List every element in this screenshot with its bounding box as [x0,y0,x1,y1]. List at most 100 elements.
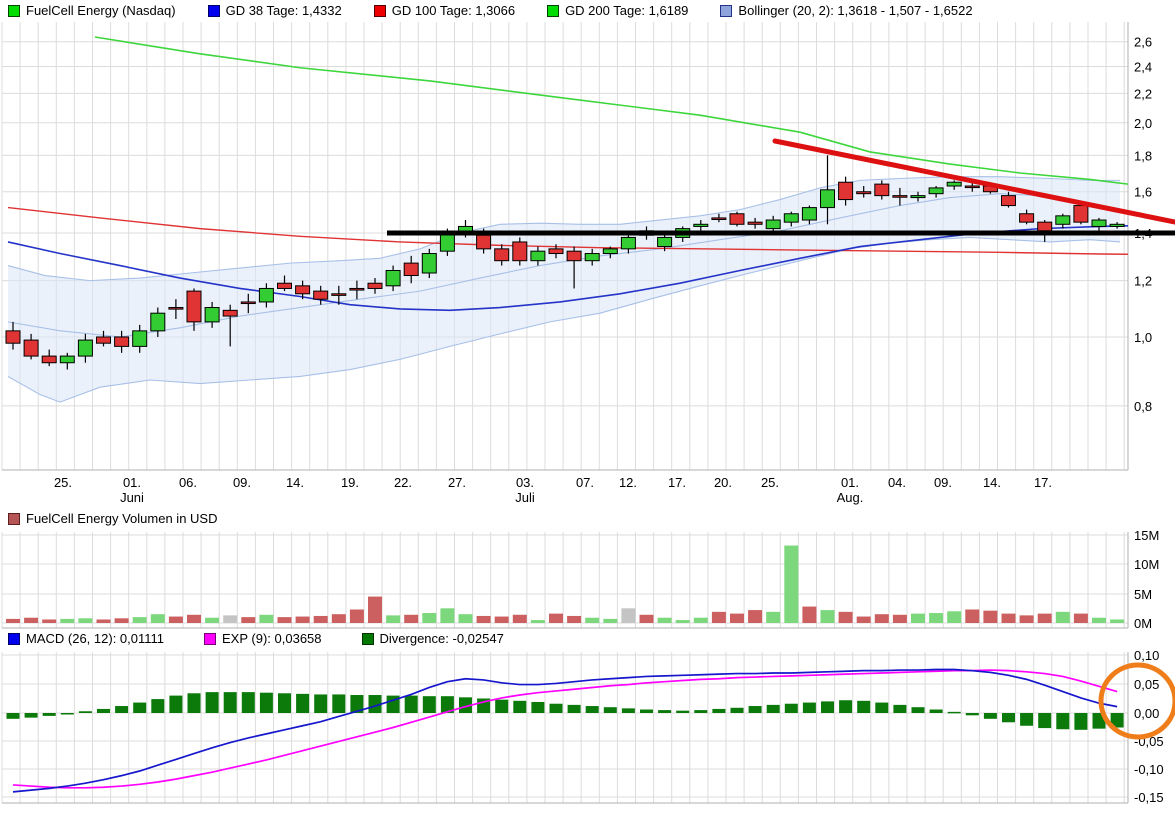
candle [567,251,581,261]
candle [350,288,364,290]
volume-bar [6,619,20,623]
divergence-bar [61,713,74,715]
volume-bar [857,617,871,623]
svg-text:5M: 5M [1134,587,1152,602]
volume-bar [169,617,183,623]
candle [24,340,38,356]
candle [187,291,201,322]
macd-marker-icon [8,633,20,645]
divergence-bar [25,713,38,718]
volume-bar [459,614,473,623]
divergence-bar [785,704,798,713]
gd100-marker-icon [374,5,386,17]
candle [422,254,436,273]
divergence-bar [640,710,653,713]
volume-bar [24,618,38,623]
fuelcell-marker-icon [8,5,20,17]
volume-bar [585,618,599,623]
candle [1038,222,1052,231]
svg-text:03.: 03. [516,475,534,490]
volume-bar [802,607,816,623]
divergence-bar [1002,713,1015,722]
candle [658,237,672,246]
legend-label: FuelCell Energy (Nasdaq) [26,3,176,18]
volume-bar [440,608,454,623]
candle [6,331,20,343]
divergence-bar [1038,713,1051,728]
gd200-marker-icon [547,5,559,17]
volume-bar [911,614,925,623]
divergence-bars [7,692,1124,730]
volume-bar [97,619,111,623]
volume-bar [694,618,708,623]
svg-text:06.: 06. [179,475,197,490]
volume-bar [1002,614,1016,623]
candle [766,220,780,229]
divergence-bar [260,693,273,713]
gd38-marker-icon [208,5,220,17]
candle [585,254,599,261]
divergence-bar [224,692,237,713]
divergence-marker-icon [362,633,374,645]
candle [386,271,400,286]
volume-bars [6,546,1124,623]
divergence-bar [133,703,146,713]
legend-item-bollinger: Bollinger (20, 2): 1,3618 - 1,507 - 1,65… [720,3,972,18]
volume-bar [296,617,310,623]
divergence-bar [79,711,92,713]
volume-bar [332,614,346,623]
candle [784,214,798,222]
volume-bar [1110,619,1124,623]
candle [60,356,74,363]
candle [965,186,979,188]
volume-bar [748,610,762,623]
svg-text:Juni: Juni [120,490,144,505]
candle [368,283,382,288]
candle [477,235,491,249]
svg-text:22.: 22. [394,475,412,490]
stock-chart-canvas: 2,62,42,22,01,81,61,41,21,00,8 25. 01. Juni… [0,0,1175,815]
divergence-bar [731,708,744,713]
candle [278,283,292,288]
volume-bar [549,614,563,623]
candle [404,263,418,275]
candle [97,337,111,343]
svg-text:27.: 27. [448,475,466,490]
candle [748,222,762,224]
divergence-bar [1056,713,1069,729]
candle [223,310,237,316]
macd-line [13,670,1117,792]
divergence-bar [1020,713,1033,726]
divergence-bar [242,692,255,713]
volume-bar [839,612,853,623]
pane-grids [2,22,1128,803]
divergence-bar [875,703,888,713]
divergence-bar [7,713,20,719]
legend-item-macd: MACD (26, 12): 0,01111 [8,631,164,646]
volume-bar [929,613,943,623]
svg-text:25.: 25. [54,475,72,490]
candle [169,308,183,310]
volume-bar [983,611,997,623]
legend-item-fuelcell: FuelCell Energy (Nasdaq) [8,3,176,18]
candle [1002,196,1016,206]
svg-text:15M: 15M [1134,528,1159,543]
volume-bar [368,597,382,623]
candle [1020,214,1034,222]
svg-text:14.: 14. [983,475,1001,490]
svg-text:Aug.: Aug. [837,490,864,505]
svg-text:2,4: 2,4 [1134,59,1152,74]
divergence-bar [984,713,997,719]
divergence-bar [169,696,182,713]
candle [712,218,726,220]
legend-label: GD 38 Tage: 1,4332 [226,3,342,18]
volume-bar [115,618,129,623]
volume-bar [712,612,726,623]
divergence-bar [839,700,852,713]
price-axis-labels: 2,62,42,22,01,81,61,41,21,00,8 [1134,35,1152,414]
svg-text:01.: 01. [841,475,859,490]
volume-bar [621,608,635,623]
divergence-bar [893,705,906,713]
svg-text:04.: 04. [888,475,906,490]
volume-bar [386,615,400,623]
